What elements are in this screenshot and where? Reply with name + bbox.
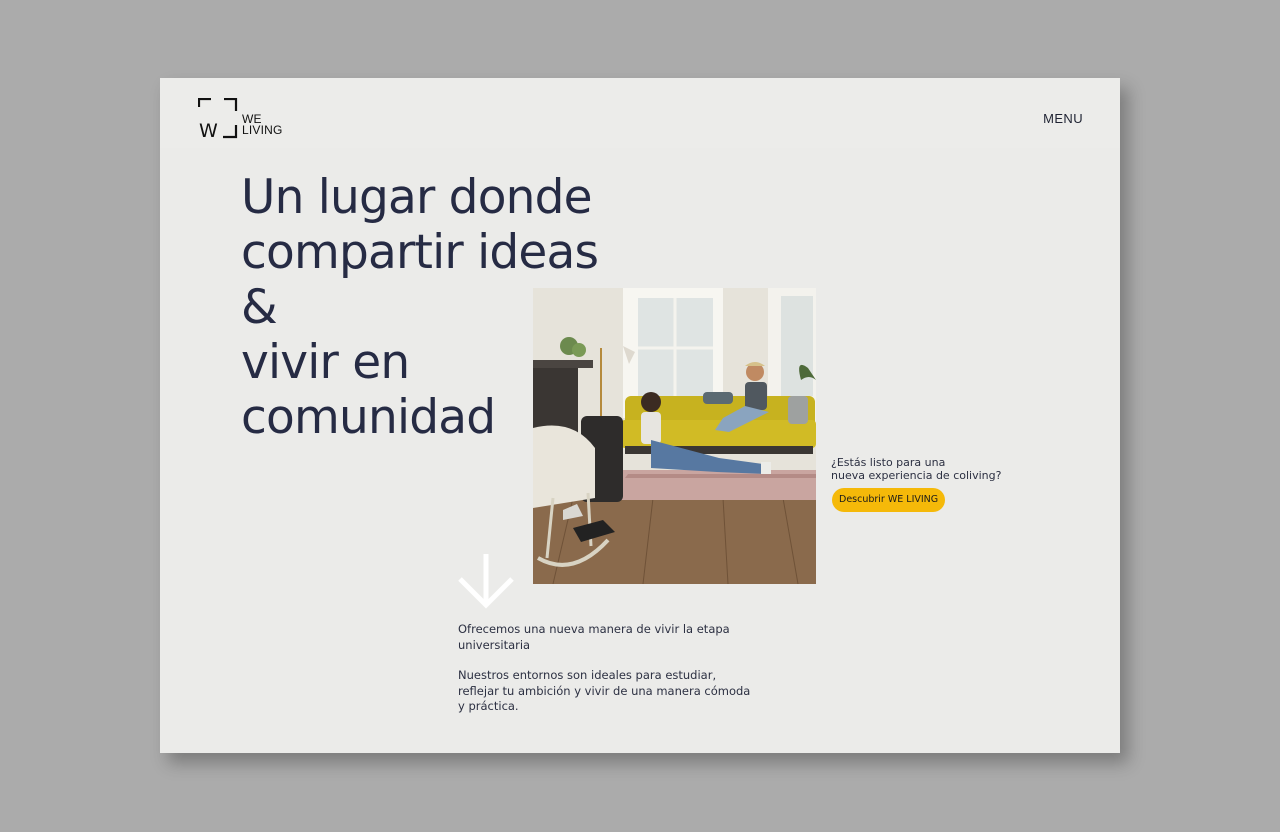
we-living-logo[interactable]: W WE LIVING xyxy=(198,98,290,140)
logo-mark-letter: W xyxy=(199,120,218,140)
cta-question-line: ¿Estás listo para una xyxy=(831,456,946,469)
intro-paragraph-1: Ofrecemos una nueva manera de vivir la e… xyxy=(458,622,730,652)
arrow-down-icon[interactable] xyxy=(456,551,516,611)
logo-wordmark: WE LIVING xyxy=(242,113,283,137)
intro-text: Ofrecemos una nueva manera de vivir la e… xyxy=(458,622,758,730)
discover-we-living-button[interactable]: Descubrir WE LIVING xyxy=(832,488,946,512)
hero-title-line: Un lugar donde xyxy=(241,170,593,225)
landing-page: W WE LIVING MENU Un lugar donde comparti… xyxy=(160,78,1120,753)
logo-mark-icon: W xyxy=(198,98,238,140)
menu-button[interactable]: MENU xyxy=(1043,111,1083,126)
logo-line-2: LIVING xyxy=(242,123,283,137)
cta-question-line: nueva experiencia de coliving? xyxy=(831,469,1002,482)
site-header: W WE LIVING MENU xyxy=(160,78,1120,148)
hero-title-line: compartir ideas xyxy=(241,225,599,280)
hero-photo xyxy=(533,288,816,584)
cta-question: ¿Estás listo para una nueva experiencia … xyxy=(831,456,1001,482)
intro-paragraph-2: Nuestros entornos son ideales para estud… xyxy=(458,668,751,713)
